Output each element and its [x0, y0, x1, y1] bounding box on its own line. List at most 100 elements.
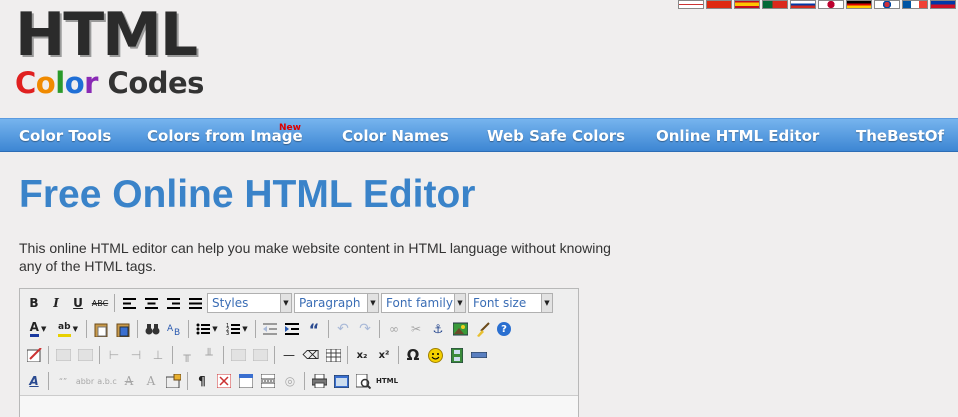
delete-col-button[interactable]: ⊥	[148, 345, 168, 365]
uk-flag[interactable]	[678, 0, 704, 9]
link-button[interactable]: ∞	[384, 319, 404, 339]
subscript-button[interactable]: x₂	[352, 345, 372, 365]
bold-button[interactable]: B	[24, 293, 44, 313]
align-justify-button[interactable]	[185, 293, 205, 313]
align-center-button[interactable]	[141, 293, 161, 313]
undo-button[interactable]: ↶	[333, 319, 353, 339]
france-flag[interactable]	[902, 0, 928, 9]
ins-icon: A	[146, 374, 156, 388]
styles-select[interactable]: Styles ▼	[207, 293, 292, 313]
merge-cells-button[interactable]: ╨	[199, 345, 219, 365]
align-right-button[interactable]	[163, 293, 183, 313]
hr-advanced-button[interactable]	[469, 345, 489, 365]
ins-button[interactable]: A	[141, 371, 161, 391]
align-left-button[interactable]	[119, 293, 139, 313]
unlink-icon: ✂	[410, 322, 422, 336]
logo-letter: o	[35, 66, 56, 100]
cell-props-button[interactable]	[228, 345, 248, 365]
nav-online-html-editor[interactable]: Online HTML Editor	[656, 127, 819, 145]
insert-row-before-button[interactable]	[53, 345, 73, 365]
strikethrough-button[interactable]: ABC	[90, 293, 110, 313]
find-button[interactable]	[142, 319, 162, 339]
toolbar-row-3: ⊢ ⊣ ⊥ ╥ ╨ — ⌫ x₂ x² Ω	[24, 344, 491, 366]
germany-flag[interactable]	[846, 0, 872, 9]
separator	[187, 372, 188, 390]
paragraph-select[interactable]: Paragraph ▼	[294, 293, 379, 313]
chevron-down-icon: ▼	[454, 294, 465, 312]
font-size-select[interactable]: Font size ▼	[468, 293, 553, 313]
template-button[interactable]	[236, 371, 256, 391]
row-props-button[interactable]	[250, 345, 270, 365]
nav-thebestof[interactable]: TheBestOf	[856, 127, 944, 145]
fullscreen-button[interactable]	[331, 371, 351, 391]
toolbar-row-4: A “” abbr a.b.c A A ¶ ◎ HTML	[24, 370, 401, 392]
edit-code-button[interactable]	[24, 345, 44, 365]
editor-content-area[interactable]	[20, 395, 578, 417]
italic-button[interactable]: I	[46, 293, 66, 313]
html-source-button[interactable]: HTML	[375, 371, 399, 391]
logo-letter: r	[84, 66, 98, 100]
styleprops-button[interactable]: A	[24, 371, 44, 391]
highlight-color-button[interactable]: ab ▼	[54, 319, 82, 339]
nav-colors-from-image[interactable]: Colors from Image New	[147, 123, 303, 145]
preview-button[interactable]	[353, 371, 373, 391]
insert-col-after-button[interactable]: ⊣	[126, 345, 146, 365]
unlink-button[interactable]: ✂	[406, 319, 426, 339]
outdent-button[interactable]	[260, 319, 280, 339]
replace-button[interactable]: AB	[164, 319, 184, 339]
philippines-flag[interactable]	[930, 0, 956, 9]
font-size-select-value: Font size	[473, 296, 527, 310]
indent-button[interactable]	[282, 319, 302, 339]
cite-button[interactable]: “”	[53, 371, 73, 391]
image-button[interactable]	[450, 319, 470, 339]
image-icon	[452, 322, 468, 336]
column-icon: ⊣	[130, 348, 142, 362]
abbr-button[interactable]: abbr	[75, 371, 95, 391]
insert-row-after-button[interactable]	[75, 345, 95, 365]
remove-format-button[interactable]: ⌫	[301, 345, 321, 365]
table-button[interactable]	[323, 345, 343, 365]
text-color-button[interactable]: A ▼	[24, 319, 52, 339]
bullet-list-button[interactable]: ▼	[193, 319, 221, 339]
align-center-icon	[144, 297, 158, 309]
site-logo[interactable]: HTML Color Codes	[15, 2, 204, 100]
horizontal-rule-button[interactable]: —	[279, 345, 299, 365]
del-button[interactable]: A	[119, 371, 139, 391]
numbered-list-button[interactable]: 1 2 3 ▼	[223, 319, 251, 339]
nav-web-safe-colors[interactable]: Web Safe Colors	[487, 127, 625, 145]
attribs-icon	[165, 374, 181, 388]
korea-flag[interactable]	[874, 0, 900, 9]
redo-button[interactable]: ↷	[355, 319, 375, 339]
japan-flag[interactable]	[818, 0, 844, 9]
nav-color-tools[interactable]: Color Tools	[19, 127, 111, 145]
china-flag[interactable]	[706, 0, 732, 9]
russia-flag[interactable]	[790, 0, 816, 9]
superscript-button[interactable]: x²	[374, 345, 394, 365]
special-char-button[interactable]: Ω	[403, 345, 423, 365]
table-icon	[325, 348, 341, 362]
paste-button[interactable]	[91, 319, 111, 339]
emoticon-button[interactable]	[425, 345, 445, 365]
attribs-button[interactable]	[163, 371, 183, 391]
split-cells-button[interactable]: ╥	[177, 345, 197, 365]
insert-col-before-button[interactable]: ⊢	[104, 345, 124, 365]
show-blocks-button[interactable]: ¶	[192, 371, 212, 391]
print-button[interactable]	[309, 371, 329, 391]
pagebreak-button[interactable]	[258, 371, 278, 391]
blockquote-button[interactable]: “	[304, 319, 324, 339]
spain-flag[interactable]	[734, 0, 760, 9]
nav-color-names[interactable]: Color Names	[342, 127, 449, 145]
smiley-icon	[427, 347, 443, 363]
table-cell-icon	[252, 349, 268, 361]
anchor-button[interactable]: ⚓	[428, 319, 448, 339]
media-button[interactable]	[447, 345, 467, 365]
visualaid-button[interactable]: ◎	[280, 371, 300, 391]
underline-button[interactable]: U	[68, 293, 88, 313]
nonbreaking-button[interactable]	[214, 371, 234, 391]
portugal-flag[interactable]	[762, 0, 788, 9]
acronym-button[interactable]: a.b.c	[97, 371, 117, 391]
cleanup-button[interactable]	[472, 319, 492, 339]
paste-word-button[interactable]	[113, 319, 133, 339]
help-button[interactable]: ?	[494, 319, 514, 339]
font-family-select[interactable]: Font family ▼	[381, 293, 466, 313]
